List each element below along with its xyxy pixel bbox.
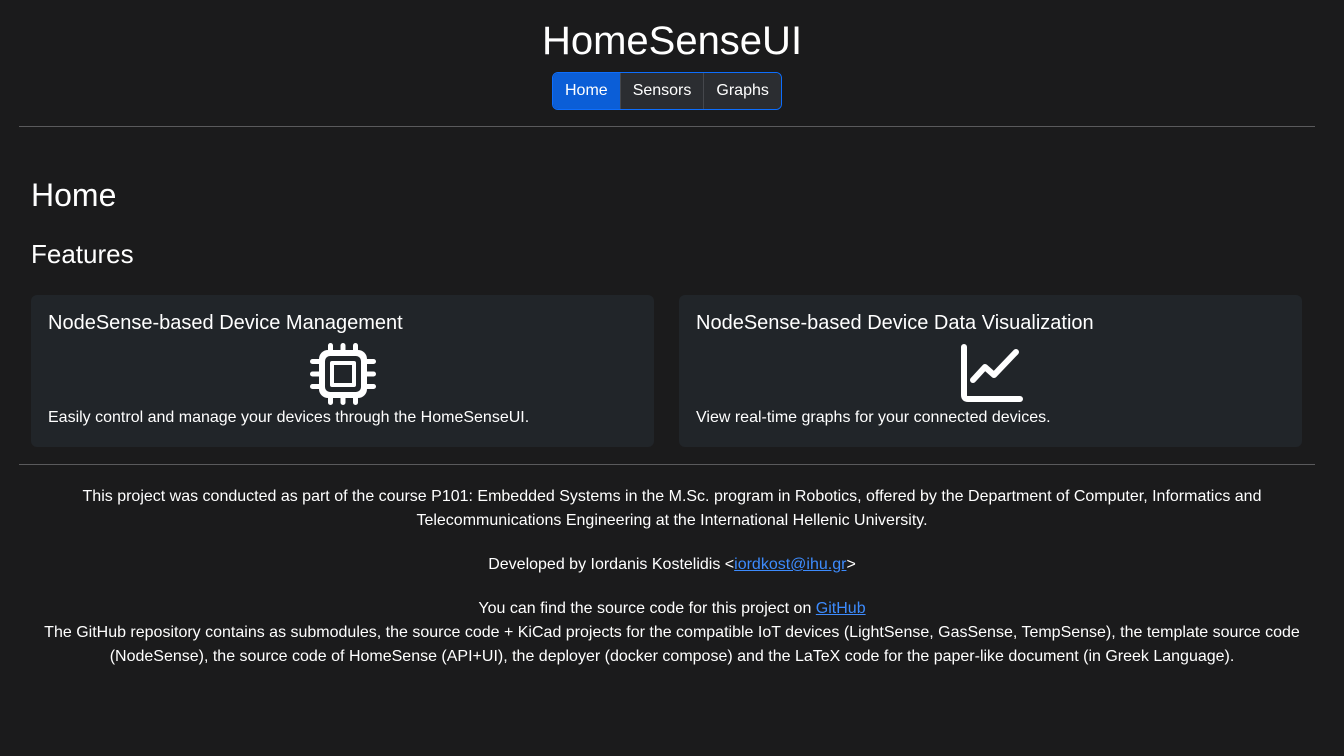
feature-card-device-management: NodeSense-based Device Management Easily… (31, 295, 654, 447)
email-link[interactable]: iordkost@ihu.gr (734, 556, 846, 573)
features-heading: Features (31, 239, 134, 269)
card-description: Easily control and manage your devices t… (48, 409, 530, 426)
developer-info: Developed by Iordanis Kostelidis <iordko… (20, 553, 1324, 577)
feature-card-data-visualization: NodeSense-based Device Data Visualizatio… (679, 295, 1302, 447)
nav-graphs-button[interactable]: Graphs (703, 73, 781, 109)
footer-divider (19, 464, 1315, 465)
page-title: Home (31, 177, 117, 213)
github-link[interactable]: GitHub (816, 600, 866, 617)
course-info: This project was conducted as part of th… (20, 485, 1324, 533)
app-title: HomeSenseUI (541, 19, 803, 63)
course-info-line1: This project was conducted as part of th… (82, 488, 1262, 505)
course-info-line2: Telecommunications Engineering at the In… (416, 512, 928, 529)
source-text: You can find the source code for this pr… (478, 600, 816, 617)
card-title: NodeSense-based Device Management (48, 312, 403, 334)
repo-info-line1: The GitHub repository contains as submod… (44, 624, 1300, 641)
line-chart-icon (960, 344, 1023, 402)
nav-home-button[interactable]: Home (553, 73, 620, 109)
header-divider (19, 126, 1315, 127)
nav-sensors-button[interactable]: Sensors (619, 73, 704, 109)
developer-text: Developed by Iordanis Kostelidis < (488, 556, 735, 573)
card-title: NodeSense-based Device Data Visualizatio… (696, 312, 1094, 334)
source-info: You can find the source code for this pr… (20, 597, 1324, 669)
developer-text-suffix: > (846, 556, 856, 573)
main-nav: Home Sensors Graphs (552, 72, 782, 110)
repo-info-line2: (NodeSense), the source code of HomeSens… (109, 648, 1235, 665)
card-description: View real-time graphs for your connected… (696, 409, 1051, 426)
cpu-chip-icon (309, 343, 376, 405)
